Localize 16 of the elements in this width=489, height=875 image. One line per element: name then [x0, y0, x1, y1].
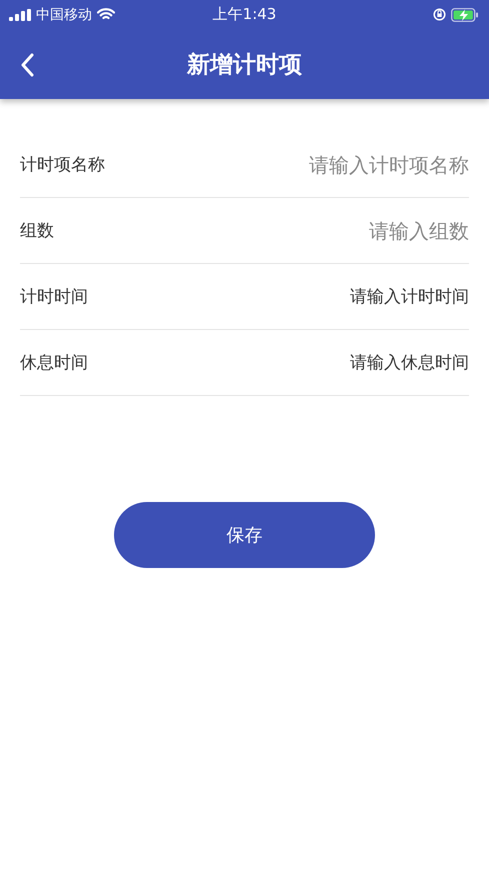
picker-field[interactable]: 请输入计时时间	[350, 285, 469, 308]
carrier-name: 中国移动	[36, 6, 92, 24]
field-label: 休息时间	[20, 352, 88, 374]
input-field[interactable]: 请输入计时项名称	[249, 152, 469, 176]
picker-field[interactable]: 请输入休息时间	[350, 351, 469, 374]
field-label: 计时时间	[20, 286, 88, 308]
field-label: 组数	[20, 220, 54, 242]
battery-charging-icon	[451, 8, 479, 22]
page-title: 新增计时项	[187, 50, 302, 80]
signal-icon	[9, 8, 31, 20]
status-time: 上午1:43	[212, 5, 276, 24]
field-label: 计时项名称	[20, 154, 105, 176]
rotation-lock-icon	[433, 8, 446, 21]
input-field[interactable]: 请输入组数	[249, 218, 469, 242]
wifi-icon	[97, 8, 115, 21]
save-button[interactable]: 保存	[114, 502, 375, 568]
